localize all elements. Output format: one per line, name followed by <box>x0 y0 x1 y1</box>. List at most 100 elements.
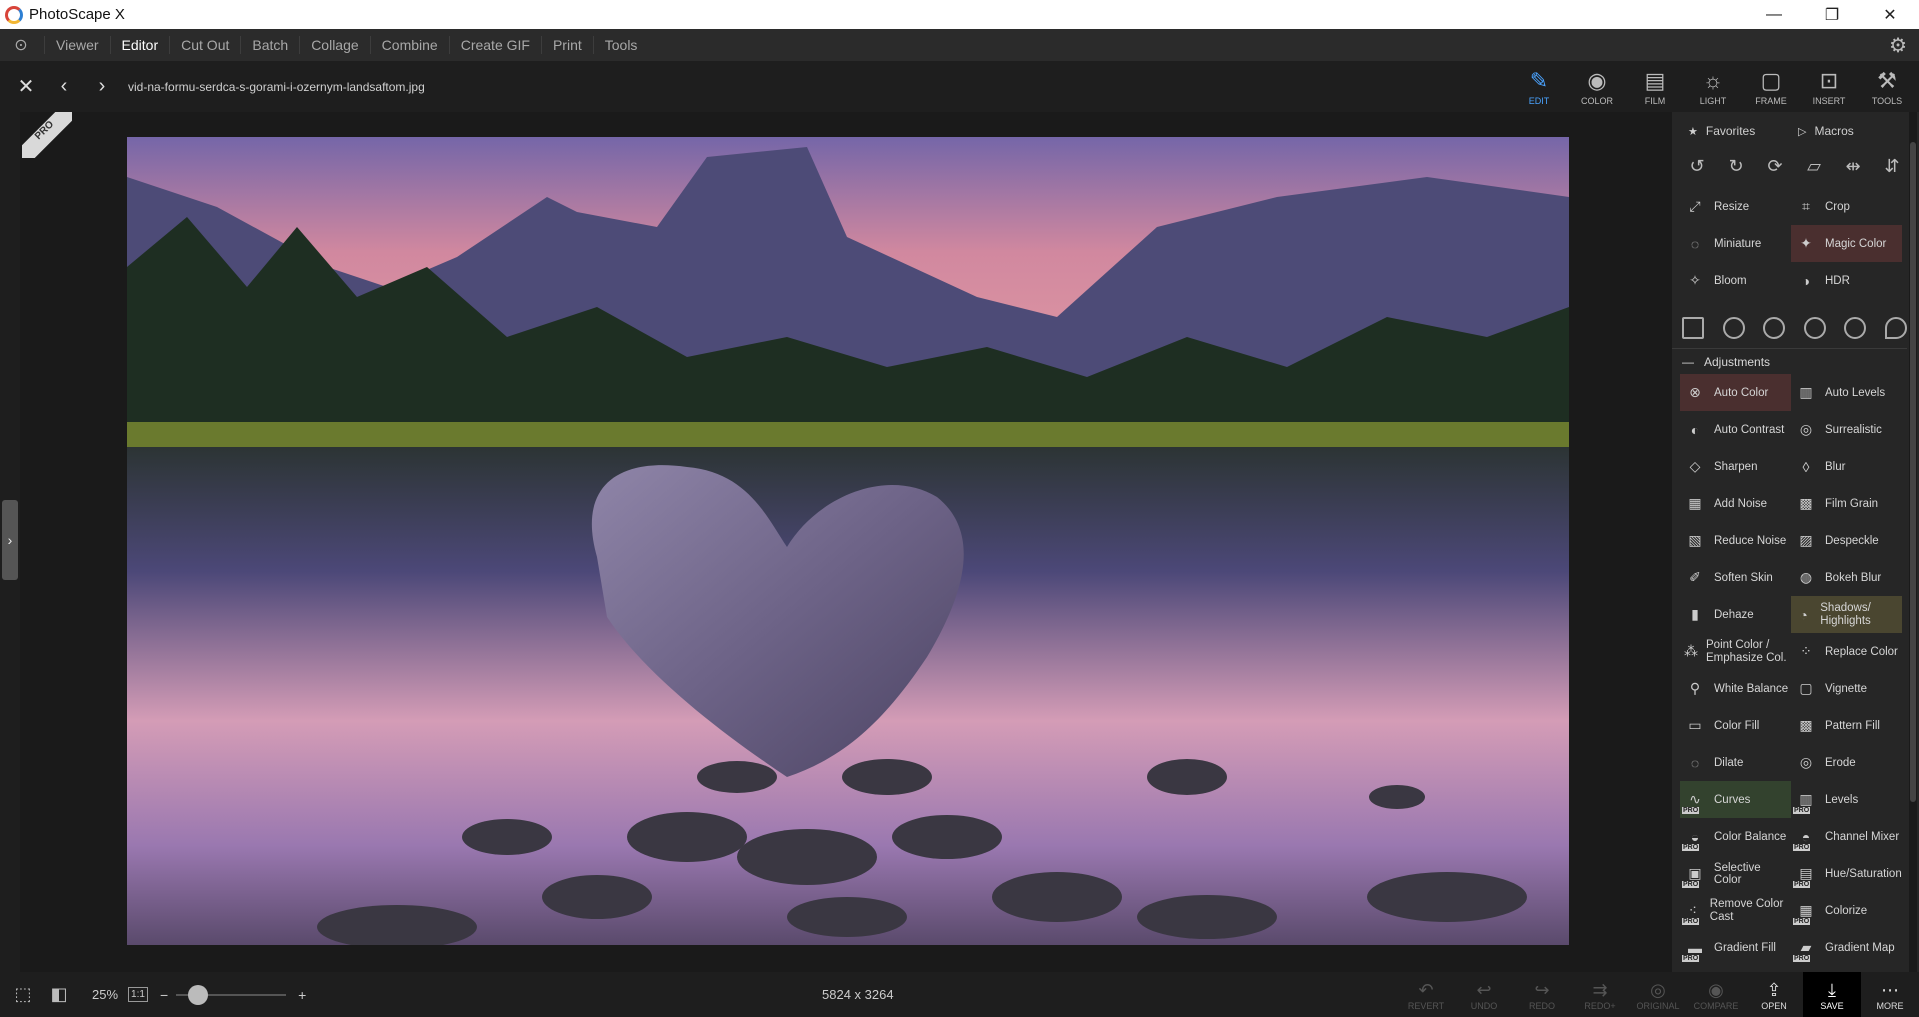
menu-tools[interactable]: Tools <box>592 36 649 54</box>
tab-insert[interactable]: ⊡ INSERT <box>1800 61 1858 112</box>
chevron-right-icon: › <box>7 532 13 548</box>
rotate-left-icon[interactable]: ↺ <box>1682 148 1712 184</box>
tab-tools[interactable]: ⚒ TOOLS <box>1858 61 1916 112</box>
favorites-button[interactable]: ★ Favorites <box>1672 116 1782 146</box>
open-button[interactable]: ⇪ OPEN <box>1745 972 1803 1017</box>
tool-despeckle[interactable]: ▨ Despeckle <box>1791 522 1902 559</box>
compare-button[interactable]: ◉ COMPARE <box>1687 972 1745 1017</box>
filter-3-icon[interactable] <box>1803 317 1826 339</box>
next-file-icon[interactable]: › <box>90 75 114 98</box>
tool-levels[interactable]: ▥ PRO Levels <box>1791 781 1902 818</box>
zoom-level[interactable]: 25% <box>92 987 118 1002</box>
panel-scrollbar[interactable] <box>1909 112 1917 972</box>
close-window-button[interactable]: ✕ <box>1861 0 1919 29</box>
redo-plus-button[interactable]: ⇉ REDO+ <box>1571 972 1629 1017</box>
tool-surrealistic[interactable]: ◎ Surrealistic <box>1791 411 1902 448</box>
expand-left-panel-button[interactable]: › <box>2 500 18 580</box>
tool-color-fill[interactable]: ▭ Color Fill <box>1680 707 1791 744</box>
tool-color-balance[interactable]: ◒ PRO Color Balance <box>1680 818 1791 855</box>
zoom-in-icon[interactable]: + <box>298 987 306 1003</box>
original-button[interactable]: ◎ ORIGINAL <box>1629 972 1687 1017</box>
menu-viewer[interactable]: Viewer <box>44 36 110 54</box>
tool-dehaze[interactable]: ▮ Dehaze <box>1680 596 1791 633</box>
photo-image[interactable] <box>127 137 1569 945</box>
filter-list-icon[interactable] <box>1682 317 1704 339</box>
straighten-icon[interactable]: ▱ <box>1799 148 1829 184</box>
zoom-out-icon[interactable]: − <box>160 987 168 1003</box>
menu-create-gif[interactable]: Create GIF <box>448 36 541 54</box>
zoom-slider-knob[interactable] <box>188 984 209 1005</box>
menu-cut-out[interactable]: Cut Out <box>169 36 240 54</box>
tab-light[interactable]: ☼ LIGHT <box>1684 61 1742 112</box>
close-file-icon[interactable]: ✕ <box>14 74 38 99</box>
tool-replace-color[interactable]: ⁘ Replace Color <box>1791 633 1902 670</box>
tool-selective-color[interactable]: ▣ PRO Selective Color <box>1680 855 1791 892</box>
home-icon[interactable]: ⊙ <box>10 34 32 56</box>
tool-white-balance[interactable]: ⚲ White Balance <box>1680 670 1791 707</box>
settings-gear-icon[interactable]: ⚙ <box>1889 33 1907 58</box>
tool-curves[interactable]: ∿ PRO Curves <box>1680 781 1791 818</box>
tool-sharpen[interactable]: ◇ Sharpen <box>1680 448 1791 485</box>
tab-color[interactable]: ◉ COLOR <box>1568 61 1626 112</box>
previous-file-icon[interactable]: ‹ <box>52 75 76 98</box>
split-view-icon[interactable]: ◧ <box>46 984 72 1005</box>
tool-dilate[interactable]: ◌ Dilate <box>1680 744 1791 781</box>
rotate-free-icon[interactable]: ⟳ <box>1760 148 1790 184</box>
rotate-right-icon[interactable]: ↻ <box>1721 148 1751 184</box>
revert-button[interactable]: ↶ REVERT <box>1397 972 1455 1017</box>
tool-resize[interactable]: ⤢ Resize <box>1680 188 1791 225</box>
menu-editor[interactable]: Editor <box>109 36 170 54</box>
tool-hdr[interactable]: ◑ HDR <box>1791 262 1902 299</box>
tool-gradient-fill[interactable]: ▬ PRO Gradient Fill <box>1680 929 1791 966</box>
adjustments-header[interactable]: — Adjustments <box>1672 348 1907 374</box>
selection-icon[interactable]: ⬚ <box>10 984 36 1005</box>
tool-film-grain[interactable]: ▩ Film Grain <box>1791 485 1902 522</box>
menu-combine[interactable]: Combine <box>369 36 449 54</box>
tool-bloom[interactable]: ✧ Bloom <box>1680 262 1791 299</box>
tab-frame[interactable]: ▢ FRAME <box>1742 61 1800 112</box>
flip-vertical-icon[interactable]: ⇵ <box>1877 148 1907 184</box>
tool-colorize[interactable]: ▦ PRO Colorize <box>1791 892 1902 929</box>
drop-icon[interactable] <box>1884 317 1907 339</box>
tool-shadows-highlights[interactable]: ◔ Shadows/ Highlights <box>1791 596 1902 633</box>
menu-batch[interactable]: Batch <box>240 36 299 54</box>
tool-gradient-map[interactable]: ▰ PRO Gradient Map <box>1791 929 1902 966</box>
menu-print[interactable]: Print <box>540 36 593 54</box>
tool-magic-color[interactable]: ✦ Magic Color <box>1791 225 1902 262</box>
tool-crop[interactable]: ⌗ Crop <box>1791 188 1902 225</box>
filter-4-icon[interactable] <box>1844 317 1867 339</box>
more-button[interactable]: ⋯ MORE <box>1861 972 1919 1017</box>
tab-edit[interactable]: ✎ EDIT <box>1510 61 1568 112</box>
scrollbar-thumb[interactable] <box>1910 142 1916 802</box>
redo-button[interactable]: ↪ REDO <box>1513 972 1571 1017</box>
tool-auto-color[interactable]: ⊗ Auto Color <box>1680 374 1791 411</box>
tool-remove-color-cast[interactable]: ⁖ PRO Remove Color Cast <box>1680 892 1791 929</box>
restore-button[interactable]: ❐ <box>1803 0 1861 29</box>
tool-reduce-noise[interactable]: ▧ Reduce Noise <box>1680 522 1791 559</box>
tool-miniature[interactable]: ◌ Miniature <box>1680 225 1791 262</box>
tool-vignette[interactable]: ▢ Vignette <box>1791 670 1902 707</box>
tool-erode[interactable]: ◎ Erode <box>1791 744 1902 781</box>
actual-size-button[interactable]: 1:1 <box>128 987 148 1002</box>
tool-auto-levels[interactable]: ▥ Auto Levels <box>1791 374 1902 411</box>
tool-pattern-fill[interactable]: ▩ Pattern Fill <box>1791 707 1902 744</box>
filter-2-icon[interactable] <box>1763 317 1786 339</box>
menu-collage[interactable]: Collage <box>299 36 369 54</box>
tab-film[interactable]: ▤ FILM <box>1626 61 1684 112</box>
tool-blur[interactable]: ◊ Blur <box>1791 448 1902 485</box>
tool-soften-skin[interactable]: ✐ Soften Skin <box>1680 559 1791 596</box>
minimize-button[interactable]: — <box>1745 0 1803 29</box>
macros-button[interactable]: ▷ Macros <box>1782 116 1892 146</box>
tool-hue-saturation[interactable]: ▤ PRO Hue/Saturation <box>1791 855 1902 892</box>
tool-auto-contrast[interactable]: ◐ Auto Contrast <box>1680 411 1791 448</box>
tool-point-color[interactable]: ⁂ Point Color / Emphasize Col. <box>1680 633 1791 670</box>
save-button[interactable]: ⤓ SAVE <box>1803 972 1861 1017</box>
tool-add-noise[interactable]: ▦ Add Noise <box>1680 485 1791 522</box>
flip-horizontal-icon[interactable]: ⇹ <box>1838 148 1868 184</box>
tool-bokeh-blur[interactable]: ◍ Bokeh Blur <box>1791 559 1902 596</box>
title-bar: PhotoScape X — ❐ ✕ <box>0 0 1919 29</box>
tool-channel-mixer[interactable]: ◓ PRO Channel Mixer <box>1791 818 1902 855</box>
filter-1-icon[interactable] <box>1722 317 1745 339</box>
zoom-slider[interactable] <box>176 984 287 1005</box>
undo-button[interactable]: ↩ UNDO <box>1455 972 1513 1017</box>
